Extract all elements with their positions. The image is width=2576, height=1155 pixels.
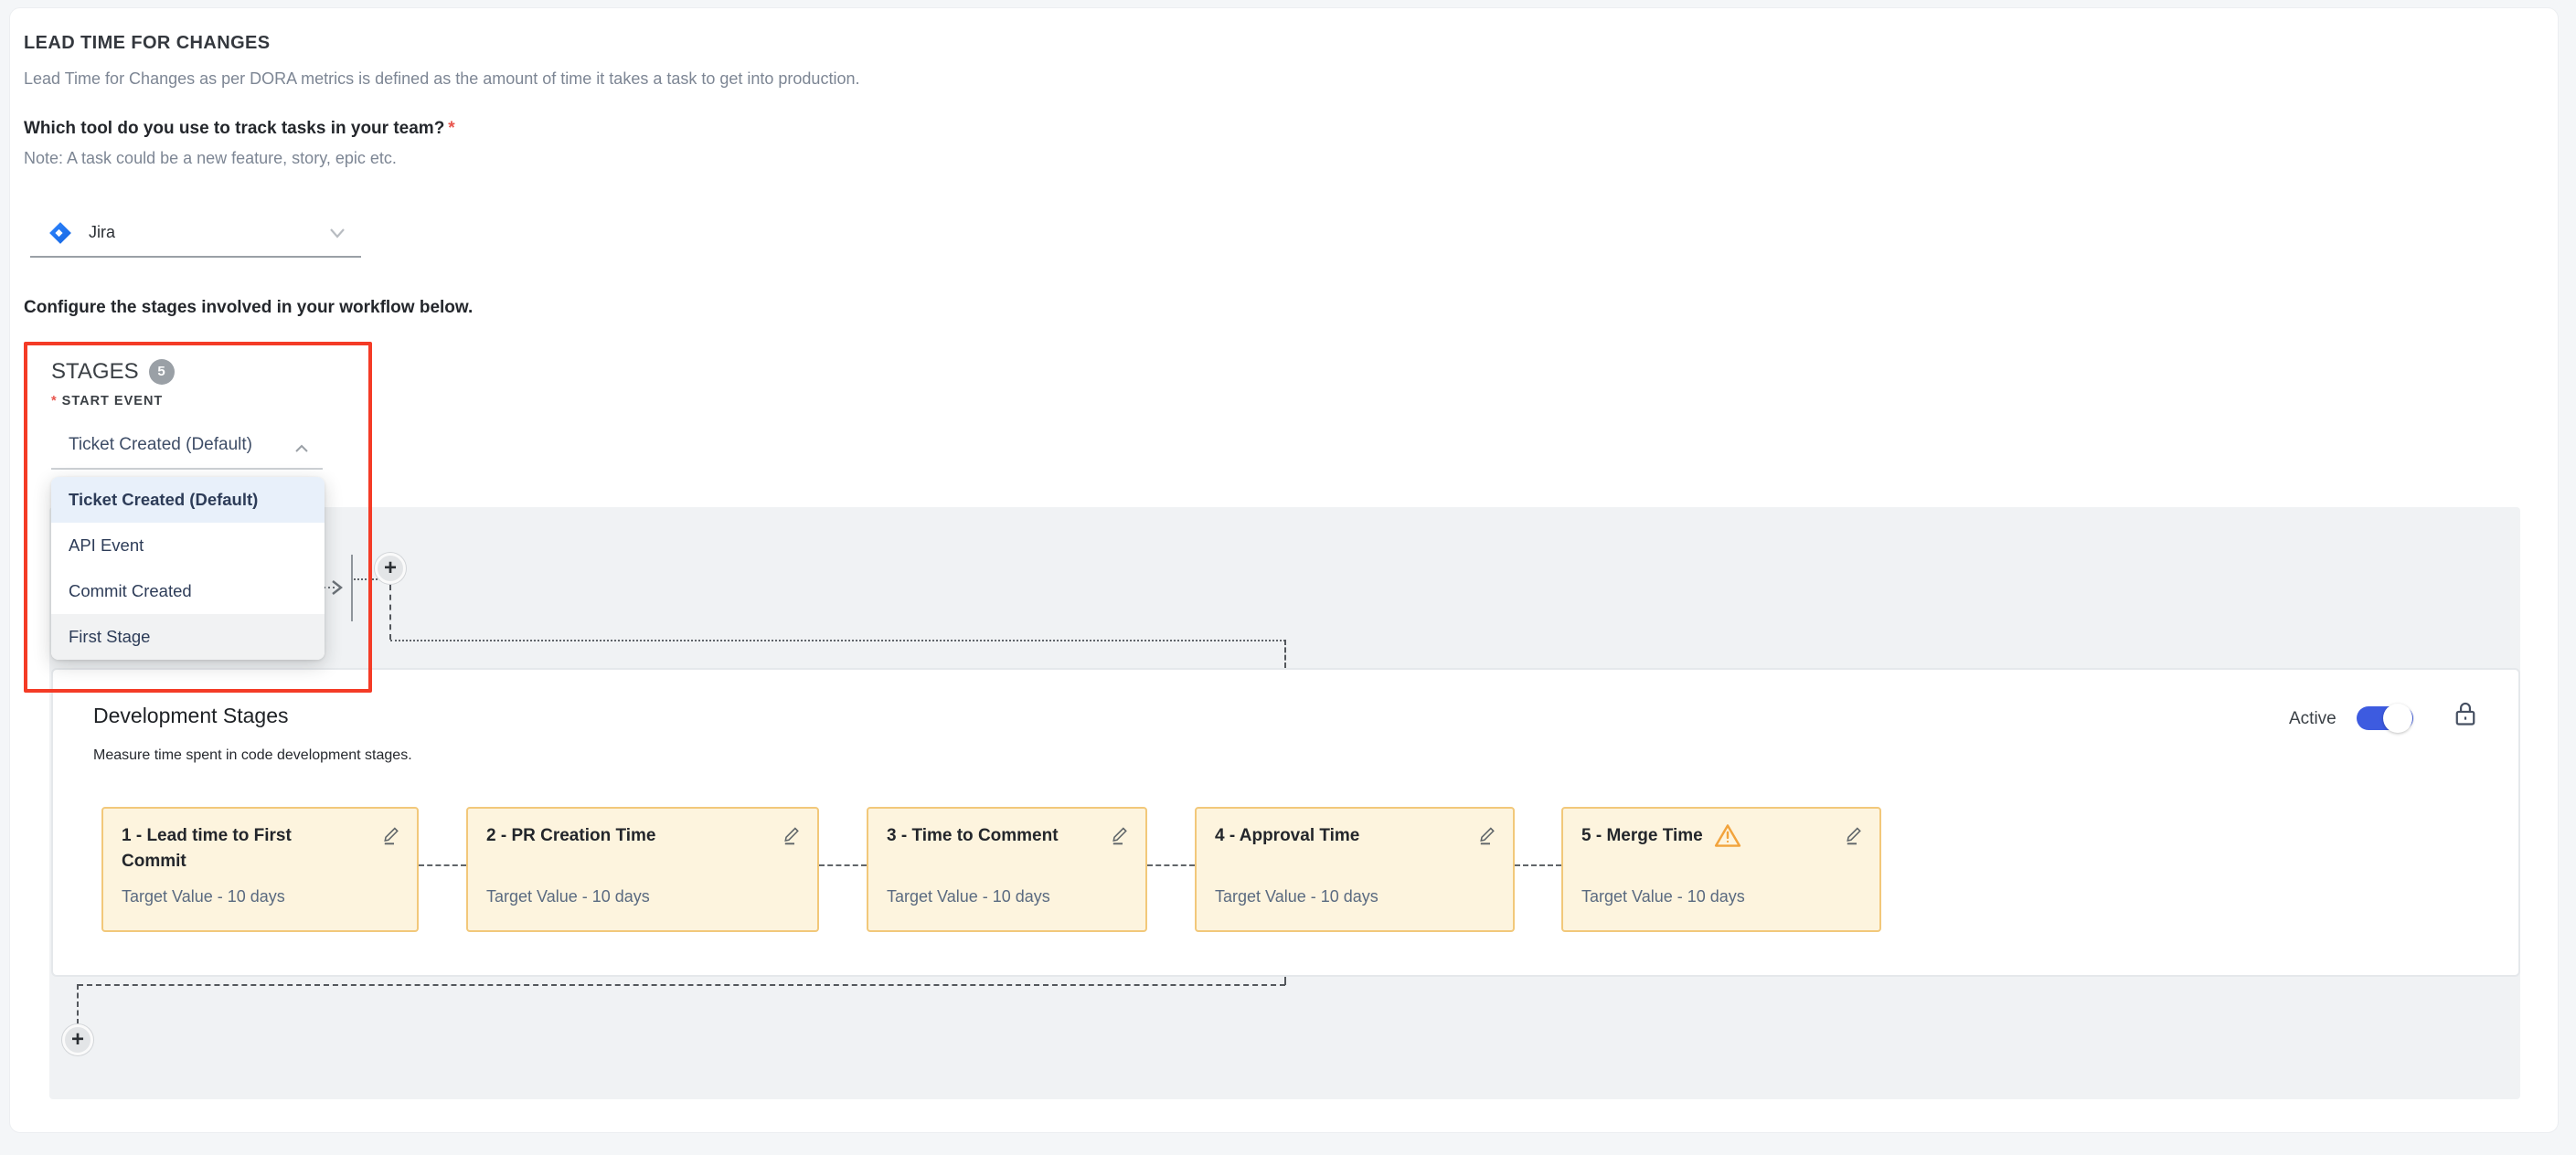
stage-target-value: Target Value - 10 days	[122, 887, 285, 906]
page-subtitle: Lead Time for Changes as per DORA metric…	[24, 69, 859, 89]
stage-target-value: Target Value - 10 days	[1215, 887, 1378, 906]
configure-instruction: Configure the stages involved in your wo…	[24, 298, 473, 318]
toggle-knob	[2383, 704, 2412, 733]
stages-count-badge: 5	[149, 359, 175, 385]
lock-icon[interactable]	[2452, 700, 2479, 729]
connector-line	[389, 585, 391, 640]
development-stages-title: Development Stages	[93, 704, 289, 728]
dropdown-option-first-stage[interactable]: First Stage	[51, 614, 325, 660]
stage-card-title: 5 - Merge Time	[1581, 823, 1703, 849]
dropdown-option-api-event[interactable]: API Event	[51, 523, 325, 568]
start-event-label-text: START EVENT	[62, 394, 164, 408]
dropdown-option-ticket-created[interactable]: Ticket Created (Default)	[51, 477, 325, 523]
edit-pencil-icon[interactable]	[380, 823, 402, 845]
connector-line	[77, 984, 79, 1024]
add-stage-button-bottom[interactable]: +	[62, 1024, 93, 1055]
warning-triangle-icon	[1714, 823, 1741, 848]
chevron-down-icon	[329, 227, 346, 238]
connector-stub	[354, 578, 378, 580]
connector-line	[1284, 640, 1286, 668]
chevron-up-icon	[294, 441, 309, 450]
development-stages-description: Measure time spent in code development s…	[93, 747, 412, 764]
stage-card[interactable]: 4 - Approval Time Target Value - 10 days	[1195, 807, 1515, 932]
edit-pencil-icon[interactable]	[1109, 823, 1131, 845]
dropdown-option-commit-created[interactable]: Commit Created	[51, 568, 325, 614]
stage-card[interactable]: 1 - Lead time to First Commit Target Val…	[101, 807, 419, 932]
start-event-label: *START EVENT	[51, 394, 163, 408]
connector-line	[390, 640, 1285, 641]
stages-heading-text: STAGES	[51, 359, 139, 385]
tool-select-value: Jira	[89, 223, 115, 242]
stages-heading: STAGES 5	[51, 359, 175, 385]
add-stage-button-top[interactable]: +	[375, 553, 406, 584]
start-event-select[interactable]: Ticket Created (Default)	[51, 429, 323, 470]
stage-card-title: 2 - PR Creation Time	[486, 823, 799, 849]
edit-pencil-icon[interactable]	[781, 823, 803, 845]
connector-line	[78, 984, 1285, 986]
stage-connector	[1147, 864, 1195, 866]
stage-connector	[1515, 864, 1561, 866]
stage-target-value: Target Value - 10 days	[486, 887, 650, 906]
tool-question-text: Which tool do you use to track tasks in …	[24, 119, 444, 138]
required-asterisk: *	[51, 394, 62, 408]
jira-logo-icon	[48, 221, 72, 245]
tool-question-note: Note: A task could be a new feature, sto…	[24, 149, 397, 168]
required-asterisk: *	[444, 119, 454, 138]
stage-card-title: 4 - Approval Time	[1215, 823, 1495, 849]
start-node-edge-line	[351, 555, 353, 621]
stage-card-title: 1 - Lead time to First Commit	[122, 823, 399, 874]
stage-target-value: Target Value - 10 days	[1581, 887, 1745, 906]
edit-pencil-icon[interactable]	[1476, 823, 1498, 845]
start-event-select-value: Ticket Created (Default)	[69, 435, 252, 455]
active-toggle-label: Active	[2289, 709, 2336, 729]
stage-card[interactable]: 2 - PR Creation Time Target Value - 10 d…	[466, 807, 819, 932]
tool-question-label: Which tool do you use to track tasks in …	[24, 119, 455, 139]
edit-pencil-icon[interactable]	[1843, 823, 1865, 845]
page-title: LEAD TIME FOR CHANGES	[24, 33, 271, 54]
stage-card[interactable]: 5 - Merge Time Target Value - 10 days	[1561, 807, 1881, 932]
stage-connector	[419, 864, 466, 866]
active-toggle[interactable]	[2357, 706, 2413, 730]
stage-connector	[819, 864, 867, 866]
tool-select[interactable]: Jira	[30, 214, 361, 258]
start-event-dropdown-menu: Ticket Created (Default) API Event Commi…	[51, 477, 325, 660]
stage-card[interactable]: 3 - Time to Comment Target Value - 10 da…	[867, 807, 1147, 932]
stage-card-title: 3 - Time to Comment	[887, 823, 1127, 849]
stage-target-value: Target Value - 10 days	[887, 887, 1050, 906]
